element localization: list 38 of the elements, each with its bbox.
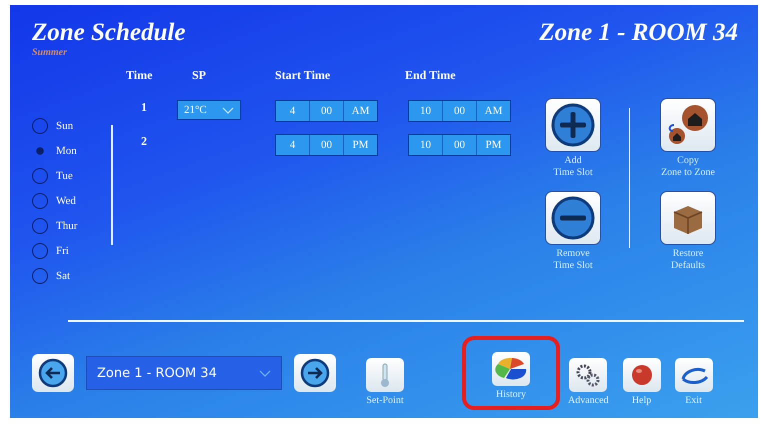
history-button[interactable]: History	[462, 336, 560, 410]
column-header: Time	[125, 68, 154, 84]
setpoint-dropdown[interactable]: 21°C	[177, 100, 241, 120]
ball-icon	[630, 363, 654, 387]
day-radio[interactable]: Sun	[32, 116, 94, 136]
gears-icon	[575, 362, 602, 388]
season-label: Summer	[32, 47, 68, 58]
column-header: End Time	[405, 68, 456, 84]
chevron-down-icon	[259, 370, 271, 376]
day-radio[interactable]: Thur	[32, 216, 94, 236]
end-time-field[interactable]: 10 00 AM	[408, 100, 511, 122]
thermometer-icon	[378, 362, 392, 388]
help-button[interactable]: Help	[616, 354, 667, 410]
previous-button[interactable]	[32, 354, 74, 392]
end-time-field[interactable]: 10 00 PM	[408, 134, 511, 156]
day-radio[interactable]: Mon	[32, 141, 94, 161]
exit-button[interactable]: Exit	[668, 354, 719, 410]
day-radio[interactable]: Sat	[32, 266, 94, 286]
page-title: Zone Schedule	[32, 19, 186, 47]
pie-chart-icon	[494, 356, 528, 382]
zone-dropdown[interactable]: Zone 1 - ROOM 34	[86, 356, 282, 390]
advanced-button[interactable]: Advanced	[562, 354, 615, 410]
column-header: SP	[192, 68, 208, 84]
day-radio[interactable]: Fri	[32, 241, 94, 261]
day-radio[interactable]: Wed	[32, 191, 94, 211]
day-radio[interactable]: Tue	[32, 166, 94, 186]
exit-arrow-icon	[678, 365, 709, 385]
setpoint-button[interactable]: Set-Point	[360, 354, 410, 410]
column-header: Start Time	[275, 68, 332, 84]
chevron-down-icon	[222, 106, 234, 114]
next-button[interactable]	[294, 354, 336, 392]
slot-number: 2	[140, 134, 148, 149]
plus-circle-icon	[551, 103, 595, 147]
slot-number: 1	[140, 100, 148, 115]
zone-title: Zone 1 - ROOM 34	[539, 19, 739, 47]
start-time-field[interactable]: 4 00 PM	[275, 134, 378, 156]
minus-circle-icon	[551, 196, 595, 240]
start-time-field[interactable]: 4 00 AM	[275, 100, 378, 122]
